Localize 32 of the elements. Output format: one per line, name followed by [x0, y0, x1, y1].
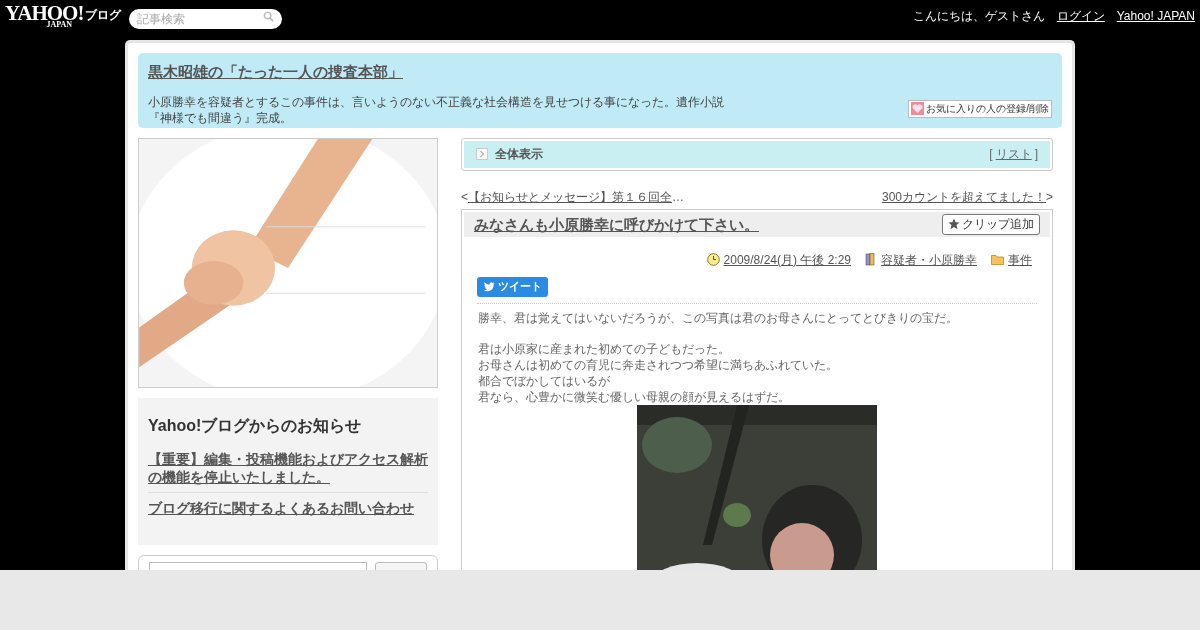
- article-line: 君は小原家に産まれた初めての子どもだった。: [478, 341, 731, 357]
- article-line: お母さんは初めての育児に奔走されつつ希望に満ちあふれていた。: [478, 357, 839, 373]
- tag-link[interactable]: 容疑者・小原勝幸: [881, 250, 977, 269]
- next-post-link[interactable]: 300カウントを超えてました！: [881, 187, 1046, 206]
- description-line: 『神様でも間違う』完成。: [148, 110, 293, 126]
- header-link[interactable]: ログイン: [1056, 7, 1105, 25]
- header-link[interactable]: Yahoo! JAPAN: [1116, 7, 1195, 25]
- article-line: 都合でぼかしてはいるが: [478, 373, 611, 389]
- greeting-text: こんにちは、ゲストさん: [912, 8, 1045, 25]
- list-link[interactable]: リスト: [995, 145, 1032, 163]
- date-link[interactable]: 2009/8/24(月) 午後 2:29: [723, 250, 851, 269]
- article-line: 君なら、心豊かに微笑む優しい母親の顔が見えるはずだ。: [478, 389, 791, 405]
- bracket: [: [989, 146, 993, 163]
- tweet-button[interactable]: ツイート: [477, 276, 548, 297]
- next-mark: >: [1046, 188, 1053, 206]
- bracket: ]: [1034, 146, 1038, 163]
- prev-mark: <: [461, 188, 468, 206]
- view-label: 全体表示: [495, 146, 543, 163]
- clip-button[interactable]: クリップ追加: [942, 213, 1040, 235]
- category-link[interactable]: 事件: [1008, 250, 1032, 269]
- ellipsis: …: [672, 188, 684, 206]
- notice-title: Yahoo!ブログからのお知らせ: [148, 415, 363, 436]
- blog-title[interactable]: 黒木昭雄の「たった一人の捜査本部」: [148, 61, 1052, 84]
- favorite-button[interactable]: お気に入りの人の登録/削除: [908, 99, 1052, 118]
- search-field[interactable]: 記事検索: [129, 9, 283, 29]
- description-line: 小原勝幸を容疑者とするこの事件は、言いようのない不正義な社会構造を見せつける事になった。遺作小説: [148, 94, 725, 110]
- article-line: 勝幸、君は覚えてはいないだろうが、この写真は君のお母さんにとってとびきりの宝だ。: [478, 310, 959, 326]
- article-title[interactable]: みなさんも小原勝幸に呼びかけて下さい。: [474, 213, 759, 237]
- notice-link[interactable]: 【重要】編集・投稿機能およびアクセス解析の機能を停止いたしました。: [148, 445, 428, 490]
- notice-link[interactable]: ブログ移行に関するよくあるお問い合わせ: [148, 491, 428, 521]
- prev-post-link[interactable]: 【お知らせとメッセージ】第１６回全: [468, 187, 672, 206]
- yahoo-blog-logo[interactable]: YAHOO! JAPAN ブログ: [5, 3, 122, 29]
